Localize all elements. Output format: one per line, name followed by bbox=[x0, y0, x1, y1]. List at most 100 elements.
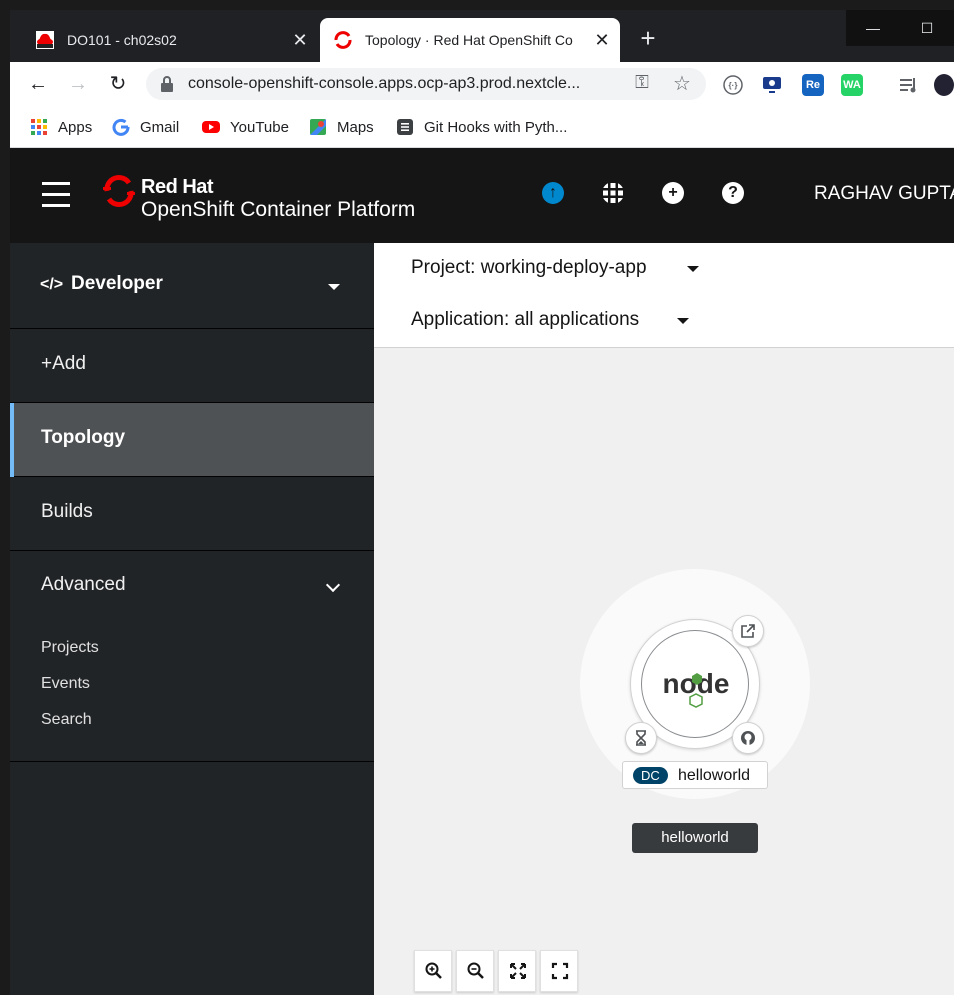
forward-arrow-icon[interactable]: → bbox=[64, 70, 92, 98]
reload-icon[interactable]: ↻ bbox=[104, 70, 132, 98]
bookmark-label: Maps bbox=[337, 118, 374, 136]
project-selector[interactable]: Project: working-deploy-app bbox=[411, 257, 647, 279]
minimize-icon[interactable]: — bbox=[846, 10, 900, 46]
source-code-decorator[interactable] bbox=[732, 722, 764, 754]
tab-close-icon[interactable]: ✕ bbox=[590, 30, 614, 51]
product-name: OpenShift Container Platform bbox=[141, 198, 416, 221]
bookmark-label: YouTube bbox=[230, 118, 289, 136]
help-icon[interactable]: ? bbox=[722, 182, 744, 204]
hourglass-icon bbox=[636, 730, 646, 746]
masthead: Red Hat OpenShift Container Platform ↑ +… bbox=[10, 148, 954, 243]
perspective-switcher[interactable]: </> Developer bbox=[10, 243, 374, 329]
sidebar-item-search[interactable]: Search bbox=[41, 711, 92, 729]
browser-toolbar: ← → ↻ console-openshift-console.apps.ocp… bbox=[10, 62, 954, 106]
maps-icon bbox=[310, 119, 326, 135]
key-icon[interactable]: ⚿ bbox=[630, 72, 654, 93]
upload-icon[interactable]: ↑ bbox=[542, 182, 564, 204]
svg-text:{·}: {·} bbox=[729, 81, 738, 90]
sidebar-item-add[interactable]: +Add bbox=[10, 329, 374, 403]
nodejs-logo-icon: node bbox=[663, 668, 729, 708]
bookmark-apps[interactable]: Apps bbox=[30, 116, 92, 138]
bookmark-youtube[interactable]: YouTube bbox=[202, 116, 289, 138]
node-label[interactable]: DC helloworld bbox=[622, 761, 768, 789]
document-icon bbox=[397, 119, 413, 135]
apps-grid-icon bbox=[31, 119, 47, 135]
tab-close-icon[interactable]: ✕ bbox=[288, 30, 312, 51]
zoom-in-icon bbox=[425, 962, 442, 979]
openshift-favicon-icon bbox=[334, 31, 352, 49]
sidebar-group-toggle[interactable]: Advanced bbox=[41, 574, 126, 596]
resource-type-badge: DC bbox=[633, 767, 668, 784]
tab-strip: DO101 - ch02s02 ✕ Topology · Red Hat Ope… bbox=[10, 10, 954, 62]
node-logo-ring: node bbox=[641, 630, 749, 738]
profile-avatar[interactable] bbox=[934, 74, 954, 96]
expand-arrows-icon bbox=[510, 963, 526, 979]
tab-topology[interactable]: Topology · Red Hat OpenShift Co ✕ bbox=[320, 18, 620, 62]
zoom-out-icon bbox=[467, 962, 484, 979]
sidebar-item-projects[interactable]: Projects bbox=[41, 639, 99, 657]
active-indicator bbox=[10, 403, 14, 477]
bookmark-label: Gmail bbox=[140, 118, 180, 136]
address-bar[interactable]: console-openshift-console.apps.ocp-ap3.p… bbox=[146, 68, 706, 100]
sidebar-item-label: +Add bbox=[41, 353, 86, 374]
screen-share-icon[interactable] bbox=[761, 74, 783, 96]
back-arrow-icon[interactable]: ← bbox=[24, 70, 52, 98]
sidebar-item-events[interactable]: Events bbox=[41, 675, 90, 693]
sidebar-item-topology[interactable]: Topology bbox=[10, 403, 374, 477]
zoom-in-button[interactable] bbox=[414, 950, 452, 992]
external-link-icon bbox=[741, 624, 755, 638]
caret-down-icon[interactable] bbox=[687, 266, 699, 272]
openshift-logo-icon bbox=[103, 175, 135, 207]
brand-name: Red Hat bbox=[141, 176, 214, 198]
window-controls: — ☐ bbox=[846, 10, 954, 46]
extension-re-icon[interactable]: Re bbox=[802, 74, 824, 96]
youtube-icon bbox=[202, 121, 220, 133]
bookmark-star-icon[interactable]: ☆ bbox=[670, 71, 694, 96]
fit-to-screen-button[interactable] bbox=[498, 950, 536, 992]
tab-title: DO101 - ch02s02 bbox=[67, 32, 177, 48]
context-selector-bar: Project: working-deploy-app Application:… bbox=[374, 243, 954, 348]
sidebar-group-advanced: Advanced Projects Events Search bbox=[10, 550, 374, 762]
browser-window: DO101 - ch02s02 ✕ Topology · Red Hat Ope… bbox=[10, 10, 954, 995]
bookmark-gmail[interactable]: Gmail bbox=[112, 116, 179, 138]
redhat-favicon-icon bbox=[36, 31, 54, 49]
bookmark-label: Git Hooks with Pyth... bbox=[424, 118, 568, 136]
chevron-down-icon[interactable] bbox=[325, 577, 341, 593]
code-icon: </> bbox=[40, 276, 64, 293]
new-tab-button[interactable]: + bbox=[634, 24, 662, 52]
topology-canvas[interactable]: Project: working-deploy-app Application:… bbox=[374, 243, 954, 995]
bookmark-git-hooks[interactable]: Git Hooks with Pyth... bbox=[396, 116, 567, 138]
google-icon bbox=[112, 118, 130, 136]
fullscreen-icon bbox=[551, 962, 569, 980]
extension-code-icon[interactable]: {·} bbox=[722, 74, 744, 96]
user-menu[interactable]: RAGHAV GUPTA bbox=[814, 183, 954, 205]
tab-do101[interactable]: DO101 - ch02s02 ✕ bbox=[22, 18, 318, 62]
lock-icon bbox=[161, 76, 173, 92]
url-text: console-openshift-console.apps.ocp-ap3.p… bbox=[188, 75, 581, 92]
build-status-decorator[interactable] bbox=[625, 722, 657, 754]
node-name: helloworld bbox=[678, 767, 751, 784]
sidebar-nav: </> Developer +Add Topology Builds Advan… bbox=[10, 243, 374, 995]
hamburger-menu-icon[interactable] bbox=[42, 182, 70, 207]
open-url-decorator[interactable] bbox=[732, 615, 764, 647]
sidebar-item-label: Topology bbox=[41, 427, 126, 448]
sidebar-item-label: Builds bbox=[41, 501, 93, 522]
app-launcher-grid-icon[interactable] bbox=[602, 182, 624, 204]
tab-title: Topology · Red Hat OpenShift Co bbox=[365, 32, 573, 48]
github-icon bbox=[741, 731, 755, 745]
caret-down-icon[interactable] bbox=[677, 318, 689, 324]
bookmark-label: Apps bbox=[58, 118, 93, 136]
media-queue-icon[interactable] bbox=[898, 74, 920, 96]
caret-down-icon bbox=[328, 284, 340, 290]
application-selector[interactable]: Application: all applications bbox=[411, 309, 639, 331]
extension-wa-icon[interactable]: WA bbox=[841, 74, 863, 96]
reset-view-button[interactable] bbox=[540, 950, 578, 992]
application-group-label[interactable]: helloworld bbox=[632, 823, 758, 853]
sidebar-item-builds[interactable]: Builds bbox=[10, 477, 374, 551]
bookmark-maps[interactable]: Maps bbox=[309, 116, 374, 138]
zoom-out-button[interactable] bbox=[456, 950, 494, 992]
bookmarks-bar: Apps Gmail YouTube Maps Git Hooks with P… bbox=[10, 106, 954, 148]
add-circle-icon[interactable]: + bbox=[662, 182, 684, 204]
perspective-label: Developer bbox=[71, 273, 163, 294]
maximize-icon[interactable]: ☐ bbox=[900, 10, 954, 46]
